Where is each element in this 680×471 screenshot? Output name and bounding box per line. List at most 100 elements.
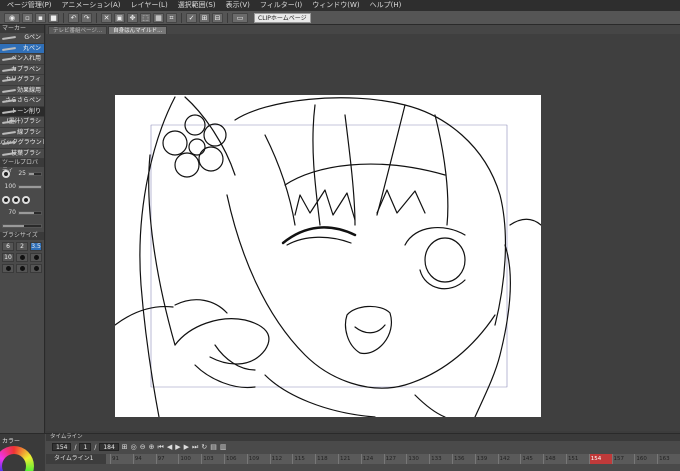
frame-number[interactable]: 91 — [110, 454, 133, 464]
layer-icon[interactable]: ▤ — [210, 443, 217, 451]
brush-size-preset[interactable] — [2, 264, 14, 273]
color-wheel[interactable]: カラー — [0, 434, 45, 471]
frame-number[interactable]: 94 — [132, 454, 156, 464]
brush-size-preset[interactable]: 2 — [16, 242, 28, 251]
open-file-icon[interactable]: ▪ — [35, 12, 46, 23]
size-slider[interactable] — [28, 171, 42, 176]
subtool-item[interactable]: カブラペン — [0, 65, 44, 75]
frame-number-row[interactable]: 91 94 97 100 103 106 109 112 115 118 121 124 127 130 1… — [110, 454, 680, 464]
frame-number[interactable]: 103 — [201, 454, 224, 464]
document-tab-active[interactable]: 自身はんマイルド... — [108, 26, 168, 34]
document-tab[interactable]: テレビ番組ページ... — [48, 26, 108, 34]
brush-tip-row[interactable] — [0, 219, 44, 232]
frame-number[interactable]: 151 — [565, 454, 589, 464]
subtool-item[interactable]: トーン削り — [0, 106, 44, 117]
subtool-item[interactable]: 丸ペン — [0, 43, 44, 54]
frame-number[interactable]: 109 — [246, 454, 270, 464]
frame-number[interactable]: 160 — [634, 454, 657, 464]
snap-perspective-icon[interactable]: ⊟ — [212, 12, 223, 23]
crop-icon[interactable]: ⌗ — [166, 12, 177, 23]
opacity-row[interactable]: 100 — [0, 180, 44, 193]
clear-icon[interactable]: ✕ — [101, 12, 112, 23]
frame-number[interactable]: 154 — [588, 454, 612, 464]
frame-number[interactable]: 145 — [520, 454, 543, 464]
select-all-icon[interactable]: ▦ — [153, 12, 164, 23]
frame-number[interactable]: 142 — [497, 454, 521, 464]
frame-number[interactable]: 115 — [292, 454, 315, 464]
subtool-item[interactable]: 線ブラシ — [0, 128, 44, 138]
frame-number[interactable]: 148 — [543, 454, 566, 464]
brush-size-preset[interactable] — [30, 253, 42, 262]
onion-skin-icon[interactable]: ◎ — [131, 443, 137, 451]
transform-icon[interactable]: ✥ — [127, 12, 138, 23]
clip-homepage-button[interactable]: CLIPホームページ — [254, 12, 311, 23]
opacity-slider[interactable] — [18, 184, 42, 189]
canvas[interactable] — [115, 95, 541, 417]
antialias-icon[interactable] — [12, 195, 20, 204]
prev-frame-icon[interactable]: ◀ — [167, 443, 172, 451]
canvas-workspace[interactable] — [46, 34, 680, 431]
last-frame-icon[interactable]: ⏭ — [192, 443, 198, 452]
first-frame-icon[interactable]: ⏮ — [158, 443, 164, 452]
menu-window[interactable]: ウィンドウ(W) — [307, 0, 364, 11]
new-cel-icon[interactable]: ⊞ — [122, 443, 128, 451]
subtool-item[interactable]: (墨汁)ブラシ — [0, 117, 44, 128]
menu-animation[interactable]: アニメーション(A) — [57, 0, 126, 11]
next-frame-icon[interactable]: ▶ — [184, 443, 189, 451]
frame-number[interactable]: 112 — [269, 454, 293, 464]
save-icon[interactable]: ■ — [48, 12, 59, 23]
antialias-icon[interactable] — [22, 195, 30, 204]
current-frame-field[interactable]: 154 — [52, 443, 72, 451]
frame-number[interactable]: 100 — [178, 454, 201, 464]
menu-filter[interactable]: フィルター(I) — [255, 0, 307, 11]
end-frame-field[interactable]: 184 — [99, 443, 119, 451]
menu-selection[interactable]: 選択範囲(S) — [173, 0, 221, 11]
snap-grid-icon[interactable]: ⊞ — [199, 12, 210, 23]
menu-help[interactable]: ヘルプ(H) — [365, 0, 407, 11]
frame-number[interactable]: 97 — [155, 454, 179, 464]
eye-icon[interactable]: ◉ — [4, 12, 20, 23]
frame-number[interactable]: 139 — [474, 454, 498, 464]
fps-field[interactable]: 1 — [79, 443, 92, 451]
antialias-row[interactable] — [0, 193, 44, 206]
redo-icon[interactable]: ↷ — [81, 12, 92, 23]
subtool-item[interactable]: さらさらペン — [0, 96, 44, 107]
brush-size-preset[interactable] — [16, 264, 28, 273]
brush-tip-selector[interactable] — [2, 223, 42, 228]
deselect-icon[interactable]: ⬚ — [140, 12, 151, 23]
new-file-icon[interactable]: ▫ — [22, 12, 33, 23]
frame-number[interactable]: 121 — [337, 454, 361, 464]
cel-icon[interactable]: ▥ — [220, 443, 227, 451]
brush-size-preset[interactable]: 6 — [2, 242, 14, 251]
frame-number[interactable]: 163 — [657, 454, 680, 464]
fill-icon[interactable]: ▣ — [114, 12, 125, 23]
frame-number[interactable]: 157 — [611, 454, 635, 464]
antialias-icon[interactable] — [2, 195, 10, 204]
timeline-track-name[interactable]: タイムライン1 — [46, 454, 106, 464]
frame-number[interactable]: 118 — [315, 454, 338, 464]
timeline-ruler[interactable]: タイムライン1 91 94 97 100 103 106 109 112 115 118 121 12… — [46, 454, 680, 464]
snap-ruler-icon[interactable]: ✓ — [186, 12, 197, 23]
play-icon[interactable]: ▶ — [175, 443, 180, 451]
frame-number[interactable]: 106 — [223, 454, 247, 464]
stabilization-slider[interactable] — [18, 210, 42, 215]
subtool-item[interactable]: 枝葉ブラシ — [0, 149, 44, 159]
frame-number[interactable]: 136 — [451, 454, 475, 464]
frame-number[interactable]: 130 — [406, 454, 429, 464]
subtool-item[interactable]: カリグラフィ — [0, 75, 44, 86]
brush-size-preset[interactable]: 3.5 — [30, 242, 42, 251]
zoom-out-icon[interactable]: ⊖ — [140, 443, 146, 451]
brush-size-preset[interactable]: 10 — [2, 253, 14, 262]
brush-size-preset[interactable] — [30, 264, 42, 273]
frame-number[interactable]: 127 — [383, 454, 407, 464]
menu-page[interactable]: ページ管理(P) — [2, 0, 57, 11]
subtool-item[interactable]: Gペン — [0, 33, 44, 44]
frame-number[interactable]: 124 — [360, 454, 384, 464]
subtool-item[interactable]: 効果線用 — [0, 86, 44, 96]
frame-number[interactable]: 133 — [429, 454, 452, 464]
stabilization-row[interactable]: 70 — [0, 206, 44, 219]
menu-layer[interactable]: レイヤー(L) — [126, 0, 173, 11]
brush-size-preset[interactable] — [16, 253, 28, 262]
menu-view[interactable]: 表示(V) — [221, 0, 255, 11]
line-art-drawing[interactable] — [115, 95, 541, 417]
